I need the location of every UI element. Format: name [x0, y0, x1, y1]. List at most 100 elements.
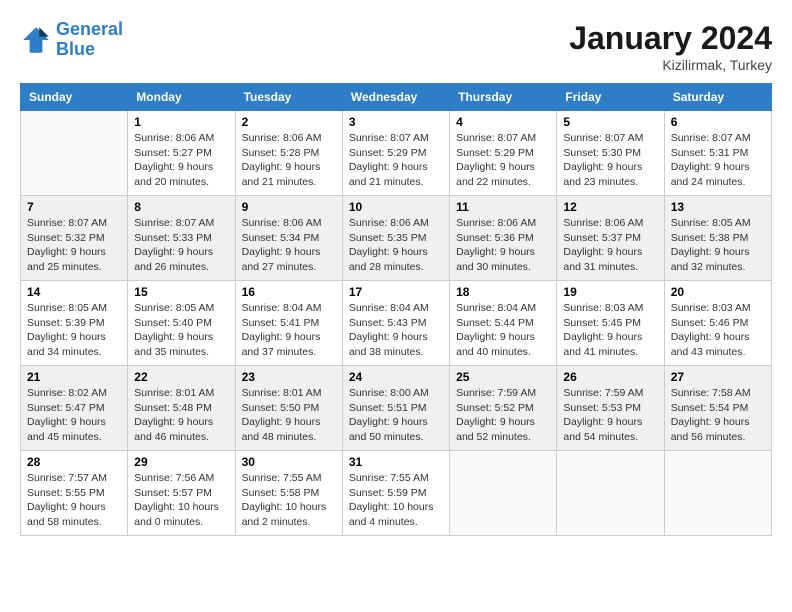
calendar-cell: 26 Sunrise: 7:59 AMSunset: 5:53 PMDayligh… — [557, 366, 664, 451]
day-number: 8 — [134, 200, 228, 214]
day-number: 10 — [349, 200, 443, 214]
calendar-cell: 4 Sunrise: 8:07 AMSunset: 5:29 PMDaylight… — [450, 111, 557, 196]
calendar-cell: 23 Sunrise: 8:01 AMSunset: 5:50 PMDayligh… — [235, 366, 342, 451]
calendar-cell: 8 Sunrise: 8:07 AMSunset: 5:33 PMDaylight… — [128, 196, 235, 281]
title-area: January 2024 Kizilirmak, Turkey — [569, 20, 772, 73]
day-info: Sunrise: 8:06 AMSunset: 5:35 PMDaylight:… — [349, 216, 443, 275]
day-number: 5 — [563, 115, 657, 129]
day-info: Sunrise: 8:06 AMSunset: 5:27 PMDaylight:… — [134, 131, 228, 190]
day-number: 18 — [456, 285, 550, 299]
day-of-week-header: Friday — [557, 84, 664, 111]
day-number: 15 — [134, 285, 228, 299]
day-number: 28 — [27, 455, 121, 469]
day-info: Sunrise: 8:00 AMSunset: 5:51 PMDaylight:… — [349, 386, 443, 445]
day-info: Sunrise: 8:03 AMSunset: 5:46 PMDaylight:… — [671, 301, 765, 360]
day-number: 2 — [242, 115, 336, 129]
day-number: 30 — [242, 455, 336, 469]
day-info: Sunrise: 8:07 AMSunset: 5:30 PMDaylight:… — [563, 131, 657, 190]
day-number: 19 — [563, 285, 657, 299]
logo: General Blue — [20, 20, 123, 60]
month-title: January 2024 — [569, 20, 772, 57]
calendar-cell: 1 Sunrise: 8:06 AMSunset: 5:27 PMDaylight… — [128, 111, 235, 196]
calendar-cell: 30 Sunrise: 7:55 AMSunset: 5:58 PMDayligh… — [235, 451, 342, 536]
day-info: Sunrise: 8:03 AMSunset: 5:45 PMDaylight:… — [563, 301, 657, 360]
calendar-cell: 12 Sunrise: 8:06 AMSunset: 5:37 PMDayligh… — [557, 196, 664, 281]
calendar-cell — [664, 451, 771, 536]
day-info: Sunrise: 7:55 AMSunset: 5:58 PMDaylight:… — [242, 471, 336, 530]
calendar-cell: 18 Sunrise: 8:04 AMSunset: 5:44 PMDayligh… — [450, 281, 557, 366]
calendar-cell: 31 Sunrise: 7:55 AMSunset: 5:59 PMDayligh… — [342, 451, 449, 536]
calendar-cell: 10 Sunrise: 8:06 AMSunset: 5:35 PMDayligh… — [342, 196, 449, 281]
day-number: 26 — [563, 370, 657, 384]
day-info: Sunrise: 7:58 AMSunset: 5:54 PMDaylight:… — [671, 386, 765, 445]
day-info: Sunrise: 7:57 AMSunset: 5:55 PMDaylight:… — [27, 471, 121, 530]
calendar-cell: 11 Sunrise: 8:06 AMSunset: 5:36 PMDayligh… — [450, 196, 557, 281]
page-header: General Blue January 2024 Kizilirmak, Tu… — [20, 20, 772, 73]
day-number: 13 — [671, 200, 765, 214]
calendar-cell: 6 Sunrise: 8:07 AMSunset: 5:31 PMDaylight… — [664, 111, 771, 196]
day-number: 23 — [242, 370, 336, 384]
day-number: 27 — [671, 370, 765, 384]
logo-icon — [20, 24, 52, 56]
day-number: 21 — [27, 370, 121, 384]
day-number: 29 — [134, 455, 228, 469]
calendar-cell: 13 Sunrise: 8:05 AMSunset: 5:38 PMDayligh… — [664, 196, 771, 281]
calendar-cell: 7 Sunrise: 8:07 AMSunset: 5:32 PMDaylight… — [21, 196, 128, 281]
day-number: 16 — [242, 285, 336, 299]
day-info: Sunrise: 8:04 AMSunset: 5:44 PMDaylight:… — [456, 301, 550, 360]
day-number: 31 — [349, 455, 443, 469]
day-number: 22 — [134, 370, 228, 384]
day-number: 6 — [671, 115, 765, 129]
day-info: Sunrise: 8:06 AMSunset: 5:34 PMDaylight:… — [242, 216, 336, 275]
calendar-cell — [450, 451, 557, 536]
day-of-week-header: Monday — [128, 84, 235, 111]
day-info: Sunrise: 8:01 AMSunset: 5:50 PMDaylight:… — [242, 386, 336, 445]
day-number: 1 — [134, 115, 228, 129]
calendar-cell: 2Sunrise: 8:06 AMSunset: 5:28 PMDaylight… — [235, 111, 342, 196]
day-info: Sunrise: 8:01 AMSunset: 5:48 PMDaylight:… — [134, 386, 228, 445]
day-info: Sunrise: 8:07 AMSunset: 5:33 PMDaylight:… — [134, 216, 228, 275]
day-number: 9 — [242, 200, 336, 214]
day-of-week-header: Thursday — [450, 84, 557, 111]
day-info: Sunrise: 8:07 AMSunset: 5:29 PMDaylight:… — [456, 131, 550, 190]
day-number: 20 — [671, 285, 765, 299]
calendar-cell: 22 Sunrise: 8:01 AMSunset: 5:48 PMDayligh… — [128, 366, 235, 451]
calendar-cell: 27 Sunrise: 7:58 AMSunset: 5:54 PMDayligh… — [664, 366, 771, 451]
day-of-week-header: Tuesday — [235, 84, 342, 111]
day-number: 25 — [456, 370, 550, 384]
calendar-cell: 5 Sunrise: 8:07 AMSunset: 5:30 PMDaylight… — [557, 111, 664, 196]
day-info: Sunrise: 7:59 AMSunset: 5:52 PMDaylight:… — [456, 386, 550, 445]
calendar-cell: 29 Sunrise: 7:56 AMSunset: 5:57 PMDayligh… — [128, 451, 235, 536]
day-info: Sunrise: 7:55 AMSunset: 5:59 PMDaylight:… — [349, 471, 443, 530]
calendar-cell: 9 Sunrise: 8:06 AMSunset: 5:34 PMDaylight… — [235, 196, 342, 281]
day-info: Sunrise: 8:07 AMSunset: 5:32 PMDaylight:… — [27, 216, 121, 275]
day-info: Sunrise: 8:05 AMSunset: 5:38 PMDaylight:… — [671, 216, 765, 275]
day-info: Sunrise: 8:05 AMSunset: 5:39 PMDaylight:… — [27, 301, 121, 360]
calendar-cell: 3 Sunrise: 8:07 AMSunset: 5:29 PMDaylight… — [342, 111, 449, 196]
location-subtitle: Kizilirmak, Turkey — [569, 57, 772, 73]
logo-text: General Blue — [56, 20, 123, 60]
day-number: 7 — [27, 200, 121, 214]
day-info: Sunrise: 8:06 AMSunset: 5:37 PMDaylight:… — [563, 216, 657, 275]
day-info: Sunrise: 7:56 AMSunset: 5:57 PMDaylight:… — [134, 471, 228, 530]
day-number: 12 — [563, 200, 657, 214]
calendar-cell: 25 Sunrise: 7:59 AMSunset: 5:52 PMDayligh… — [450, 366, 557, 451]
calendar-cell: 24Sunrise: 8:00 AMSunset: 5:51 PMDayligh… — [342, 366, 449, 451]
day-of-week-header: Wednesday — [342, 84, 449, 111]
calendar-cell: 20 Sunrise: 8:03 AMSunset: 5:46 PMDayligh… — [664, 281, 771, 366]
day-number: 4 — [456, 115, 550, 129]
calendar-cell: 28 Sunrise: 7:57 AMSunset: 5:55 PMDayligh… — [21, 451, 128, 536]
day-info: Sunrise: 8:06 AMSunset: 5:36 PMDaylight:… — [456, 216, 550, 275]
day-number: 17 — [349, 285, 443, 299]
calendar-cell: 19 Sunrise: 8:03 AMSunset: 5:45 PMDayligh… — [557, 281, 664, 366]
day-info: Sunrise: 8:07 AMSunset: 5:31 PMDaylight:… — [671, 131, 765, 190]
day-of-week-header: Sunday — [21, 84, 128, 111]
day-number: 14 — [27, 285, 121, 299]
day-info: Sunrise: 7:59 AMSunset: 5:53 PMDaylight:… — [563, 386, 657, 445]
day-number: 3 — [349, 115, 443, 129]
day-info: Sunrise: 8:07 AMSunset: 5:29 PMDaylight:… — [349, 131, 443, 190]
day-number: 11 — [456, 200, 550, 214]
day-of-week-header: Saturday — [664, 84, 771, 111]
calendar-cell — [557, 451, 664, 536]
day-info: Sunrise: 8:05 AMSunset: 5:40 PMDaylight:… — [134, 301, 228, 360]
